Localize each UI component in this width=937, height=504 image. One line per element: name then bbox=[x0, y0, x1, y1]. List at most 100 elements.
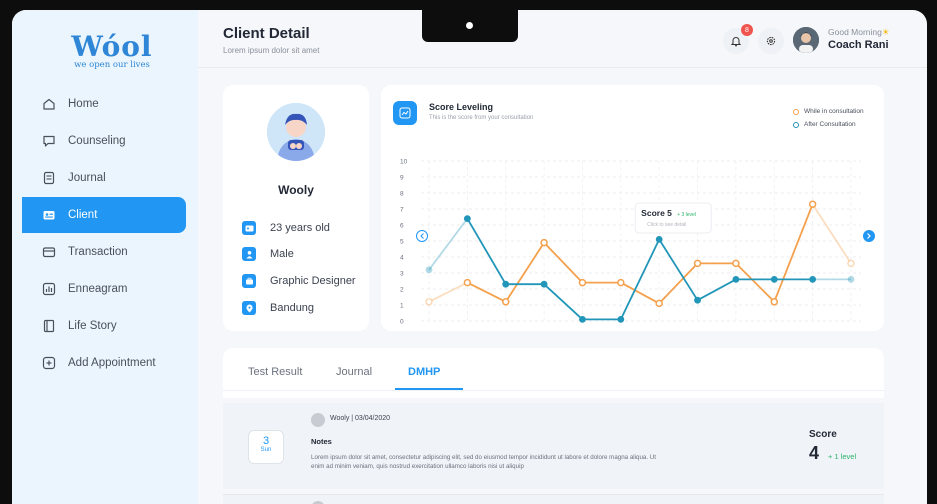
data-point bbox=[540, 280, 548, 288]
sidebar-item-label: Transaction bbox=[68, 246, 128, 258]
client-city: Bandung bbox=[270, 302, 315, 314]
notification-button[interactable]: 8 bbox=[723, 24, 753, 54]
card-icon bbox=[42, 247, 56, 258]
data-point bbox=[809, 276, 817, 283]
legend-item-after: After Consultation bbox=[793, 121, 856, 128]
series-line-segment bbox=[466, 281, 507, 303]
data-point bbox=[847, 259, 855, 268]
client-profile-card: Wooly 23 years old Male Graphic Designer… bbox=[223, 85, 369, 331]
series-line-segment bbox=[504, 242, 545, 303]
y-tick-label: 10 bbox=[400, 159, 408, 166]
data-point bbox=[770, 298, 779, 306]
y-tick-label: 3 bbox=[400, 271, 404, 278]
entry-notes-text: Lorem ipsum dolor sit amet, consectetur … bbox=[311, 454, 656, 470]
sidebar-item-counseling[interactable]: Counseling bbox=[12, 123, 198, 159]
book-icon bbox=[43, 319, 55, 333]
list-item[interactable]: 3 Sun Wooly | 03/04/2020 Notes Lorem ips… bbox=[223, 403, 884, 489]
sidebar-item-life-story[interactable]: Life Story bbox=[12, 308, 198, 344]
sidebar-item-home[interactable]: Home bbox=[12, 86, 198, 122]
chart-prev-button bbox=[416, 230, 428, 242]
entry-score-label: Score bbox=[809, 429, 837, 440]
sidebar-item-add-appointment[interactable]: Add Appointment bbox=[12, 345, 198, 381]
entry-score: 4 bbox=[809, 443, 820, 463]
list-item[interactable] bbox=[223, 494, 884, 504]
greeting-text: Good Morning☀ bbox=[828, 27, 890, 37]
sidebar-item-journal[interactable]: Journal bbox=[12, 160, 198, 196]
series-line-segment bbox=[773, 203, 814, 303]
data-point bbox=[425, 266, 433, 274]
entry-date-box: 3 Sun bbox=[248, 430, 284, 464]
client-name: Wooly bbox=[278, 183, 314, 197]
client-avatar-illustration bbox=[267, 103, 325, 161]
briefcase-icon bbox=[242, 274, 256, 288]
page-title: Client Detail bbox=[223, 25, 310, 42]
entry-meta: Wooly | 03/04/2020 bbox=[330, 415, 391, 422]
data-point bbox=[808, 200, 817, 208]
client-avatar bbox=[267, 103, 325, 161]
y-tick-label: 2 bbox=[400, 287, 404, 294]
series-line-segment bbox=[428, 281, 468, 303]
app-screen: Wóol we open our lives Home Counseling J… bbox=[12, 10, 927, 504]
journal-icon bbox=[43, 171, 55, 185]
tab-dmhp[interactable]: DMHP bbox=[408, 366, 440, 378]
data-point bbox=[847, 276, 855, 283]
camera-icon bbox=[466, 22, 473, 29]
avatar[interactable] bbox=[793, 27, 819, 53]
entry-notes-label: Notes bbox=[311, 437, 332, 446]
person-icon bbox=[242, 247, 256, 261]
series-line-segment bbox=[620, 281, 660, 305]
location-pin-icon bbox=[242, 301, 256, 315]
chart-subtitle: This is the score from your consultation bbox=[429, 115, 534, 121]
tab-journal[interactable]: Journal bbox=[336, 366, 372, 378]
legend-label: While in consultation bbox=[804, 108, 864, 115]
user-name: Coach Rani bbox=[828, 39, 889, 51]
client-job: Graphic Designer bbox=[270, 275, 356, 287]
sidebar-item-enneagram[interactable]: Enneagram bbox=[12, 271, 198, 307]
client-age-row: 23 years old bbox=[242, 221, 330, 235]
series-line-segment bbox=[697, 278, 737, 301]
data-point bbox=[732, 276, 740, 283]
entry-score-delta: + 1 level bbox=[828, 452, 857, 461]
y-tick-label: 6 bbox=[400, 223, 404, 230]
y-tick-label: 9 bbox=[400, 175, 404, 182]
score-chart-card: 0123456789102/1/122/11/1210/6/1310/28/12… bbox=[381, 85, 884, 331]
sidebar-item-label: Home bbox=[68, 98, 99, 110]
y-tick-label: 1 bbox=[400, 303, 404, 310]
chart-badge-icon bbox=[393, 101, 417, 125]
settings-button[interactable] bbox=[758, 28, 784, 54]
series-line-segment bbox=[543, 283, 584, 321]
data-point bbox=[617, 278, 625, 287]
camera-notch bbox=[422, 10, 518, 42]
y-tick-label: 0 bbox=[400, 319, 404, 326]
data-point bbox=[617, 316, 625, 323]
sidebar-item-transaction[interactable]: Transaction bbox=[12, 234, 198, 270]
logo-tagline: we open our lives bbox=[74, 60, 150, 70]
series-line-segment bbox=[620, 239, 660, 320]
series-line-segment bbox=[811, 203, 852, 264]
bell-icon bbox=[730, 37, 742, 47]
id-card-icon bbox=[43, 211, 55, 220]
tab-test-result[interactable]: Test Result bbox=[248, 366, 302, 378]
sidebar-item-label: Client bbox=[68, 209, 98, 221]
data-point bbox=[655, 236, 663, 243]
data-point bbox=[732, 259, 740, 268]
client-city-row: Bandung bbox=[242, 301, 314, 315]
logo[interactable]: Wóol we open our lives bbox=[67, 32, 157, 71]
page-header: Client Detail Lorem ipsum dolor sit amet… bbox=[198, 10, 927, 68]
sidebar-item-client[interactable]: Client bbox=[22, 197, 186, 233]
client-job-row: Graphic Designer bbox=[242, 274, 356, 288]
gear-icon bbox=[766, 36, 776, 46]
series-line-segment bbox=[735, 262, 775, 303]
series-line-segment bbox=[543, 241, 584, 284]
y-tick-label: 5 bbox=[400, 239, 404, 246]
tabs-panel: Test Result Journal DMHP bbox=[223, 348, 884, 398]
data-point bbox=[463, 215, 471, 223]
tooltip-delta: + 3 level bbox=[677, 212, 696, 218]
tabs-divider bbox=[223, 390, 884, 391]
user-avatar-icon bbox=[793, 27, 819, 53]
series-line-segment bbox=[466, 218, 507, 285]
chart-title: Score Leveling bbox=[429, 102, 494, 112]
sidebar-nav: Home Counseling Journal Client Transacti… bbox=[12, 86, 198, 382]
entry-day: 3 bbox=[262, 435, 270, 447]
legend-item-while: While in consultation bbox=[793, 108, 864, 115]
